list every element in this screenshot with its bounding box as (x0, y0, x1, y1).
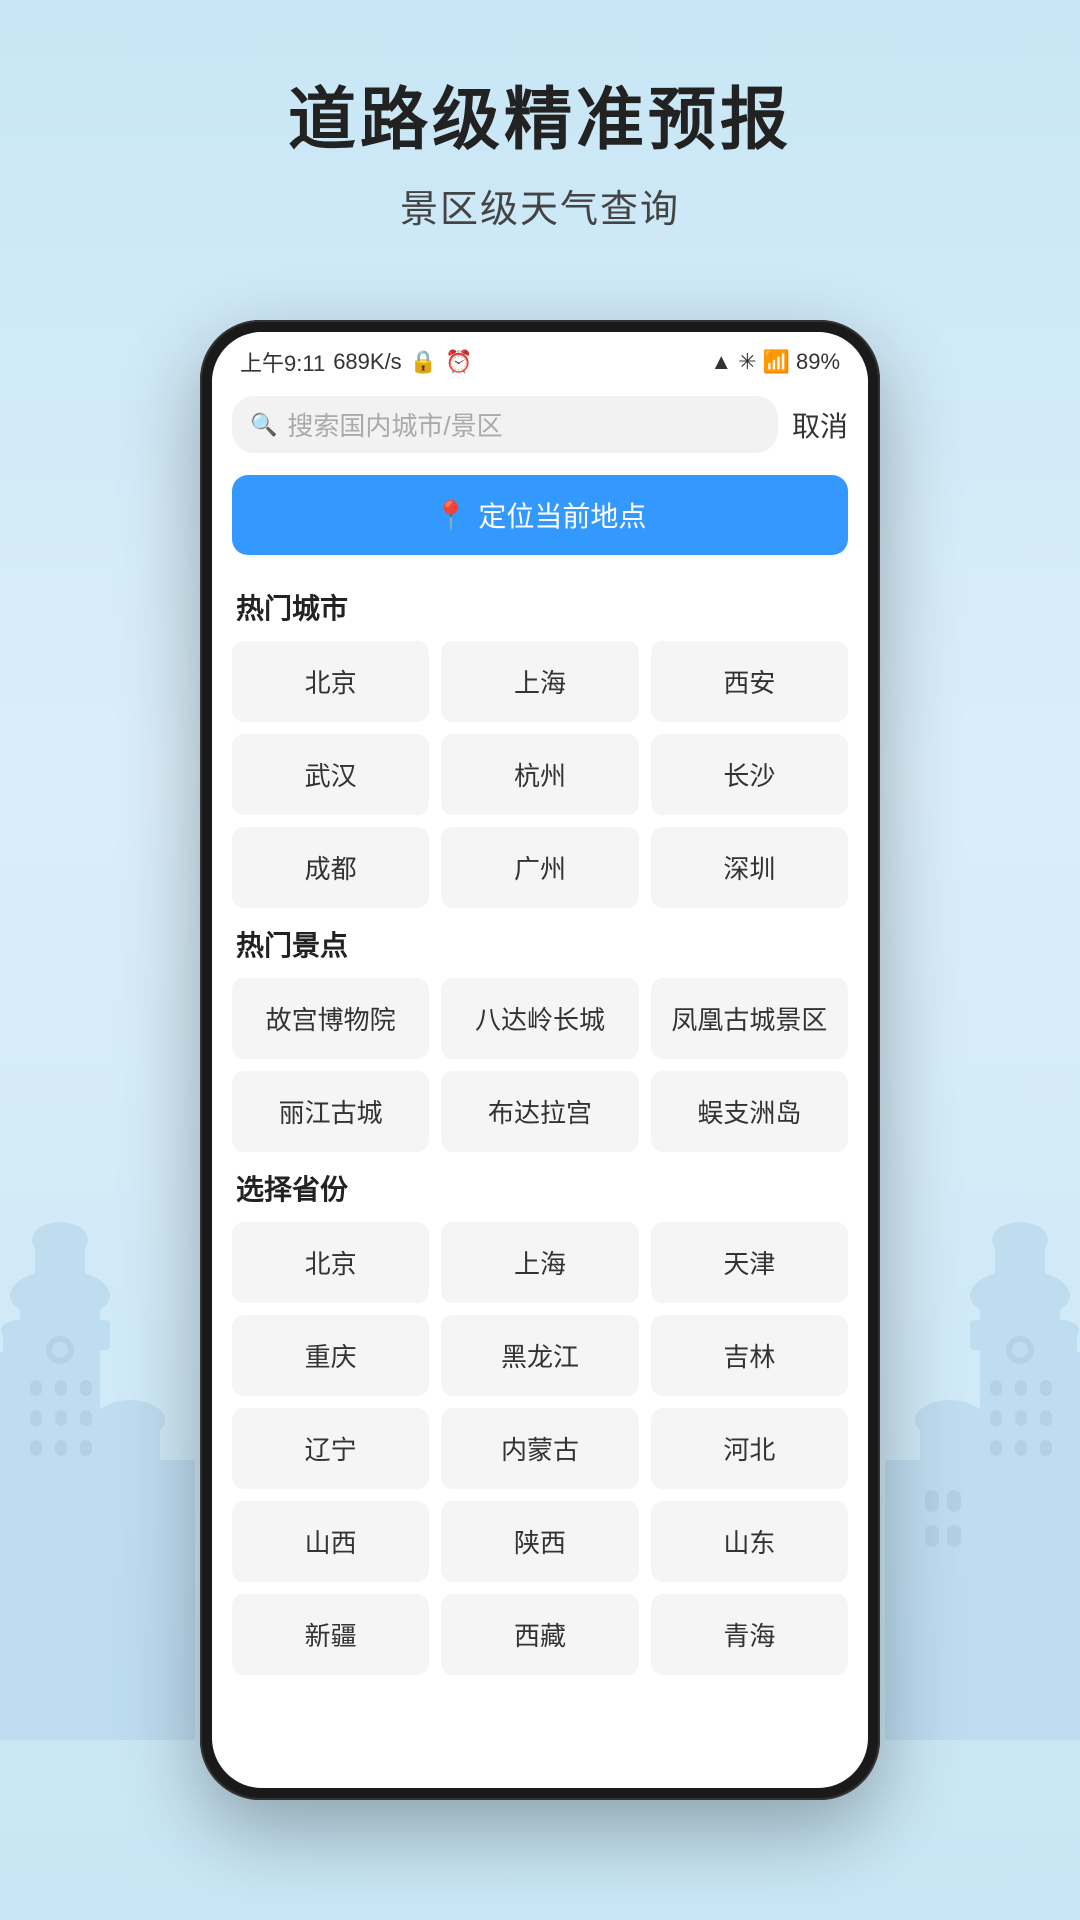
prov-shaanxi[interactable]: 陕西 (441, 1501, 638, 1582)
city-shenzhen[interactable]: 深圳 (651, 827, 848, 908)
city-changsha[interactable]: 长沙 (651, 734, 848, 815)
provinces-grid: 北京 上海 天津 重庆 黑龙江 吉林 辽宁 内蒙古 河北 山西 陕西 山东 新疆… (232, 1222, 848, 1675)
status-right: ▲ ✳ 📶 89% (710, 349, 840, 375)
signal-icon: 📶 (763, 349, 790, 375)
sub-title: 景区级天气查询 (0, 178, 1080, 233)
locate-label: 定位当前地点 (478, 495, 646, 535)
provinces-title: 选择省份 (236, 1168, 848, 1208)
scenic-badaling[interactable]: 八达岭长城 (441, 978, 638, 1059)
city-chengdu[interactable]: 成都 (232, 827, 429, 908)
phone-mockup: 上午9:11 689K/s 🔒 ⏰ ▲ ✳ 📶 89% 🔍 (200, 320, 880, 1800)
wifi-icon: ▲ (710, 349, 732, 375)
lock-icon: 🔒 (410, 349, 437, 375)
search-input-box[interactable]: 🔍 搜索国内城市/景区 (232, 396, 778, 453)
main-title: 道路级精准预报 (0, 80, 1080, 162)
scenic-lijiang[interactable]: 丽江古城 (232, 1071, 429, 1152)
city-guangzhou[interactable]: 广州 (441, 827, 638, 908)
hot-scenic-title: 热门景点 (236, 924, 848, 964)
battery-icon: 89% (796, 349, 840, 375)
prov-heilongjiang[interactable]: 黑龙江 (441, 1315, 638, 1396)
prov-shanghai[interactable]: 上海 (441, 1222, 638, 1303)
hot-cities-title: 热门城市 (236, 587, 848, 627)
prov-xinjiang[interactable]: 新疆 (232, 1594, 429, 1675)
prov-tianjin[interactable]: 天津 (651, 1222, 848, 1303)
city-wuhan[interactable]: 武汉 (232, 734, 429, 815)
cancel-button[interactable]: 取消 (792, 405, 848, 445)
prov-beijing[interactable]: 北京 (232, 1222, 429, 1303)
scenic-fenghuang[interactable]: 凤凰古城景区 (651, 978, 848, 1059)
prov-qinghai[interactable]: 青海 (651, 1594, 848, 1675)
search-placeholder: 搜索国内城市/景区 (287, 406, 502, 443)
status-time: 上午9:11 (240, 346, 325, 378)
city-beijing[interactable]: 北京 (232, 641, 429, 722)
locate-button[interactable]: 📍 定位当前地点 (232, 475, 848, 555)
city-hangzhou[interactable]: 杭州 (441, 734, 638, 815)
prov-hebei[interactable]: 河北 (651, 1408, 848, 1489)
prov-shanxi[interactable]: 山西 (232, 1501, 429, 1582)
prov-shandong[interactable]: 山东 (651, 1501, 848, 1582)
scenic-potala[interactable]: 布达拉宫 (441, 1071, 638, 1152)
status-left: 上午9:11 689K/s 🔒 ⏰ (240, 346, 473, 378)
hot-scenic-grid: 故宫博物院 八达岭长城 凤凰古城景区 丽江古城 布达拉宫 蜈支洲岛 (232, 978, 848, 1152)
prov-jilin[interactable]: 吉林 (651, 1315, 848, 1396)
status-bar: 上午9:11 689K/s 🔒 ⏰ ▲ ✳ 📶 89% (212, 332, 868, 386)
bluetooth-icon: ✳ (738, 349, 756, 375)
hot-cities-grid: 北京 上海 西安 武汉 杭州 长沙 成都 广州 深圳 (232, 641, 848, 908)
scenic-gugong[interactable]: 故宫博物院 (232, 978, 429, 1059)
city-shanghai[interactable]: 上海 (441, 641, 638, 722)
search-icon: 🔍 (250, 412, 277, 438)
city-xian[interactable]: 西安 (651, 641, 848, 722)
prov-neimenggu[interactable]: 内蒙古 (441, 1408, 638, 1489)
prov-xizang[interactable]: 西藏 (441, 1594, 638, 1675)
prov-liaoning[interactable]: 辽宁 (232, 1408, 429, 1489)
search-bar-wrapper: 🔍 搜索国内城市/景区 取消 (212, 386, 868, 465)
prov-chongqing[interactable]: 重庆 (232, 1315, 429, 1396)
status-network: 689K/s (333, 349, 402, 375)
alarm-icon: ⏰ (445, 349, 472, 375)
scenic-wuzhizhou[interactable]: 蜈支洲岛 (651, 1071, 848, 1152)
scroll-content[interactable]: 热门城市 北京 上海 西安 武汉 杭州 长沙 成都 广州 深圳 热门景点 故宫博… (212, 571, 868, 1788)
pin-icon: 📍 (434, 499, 469, 532)
